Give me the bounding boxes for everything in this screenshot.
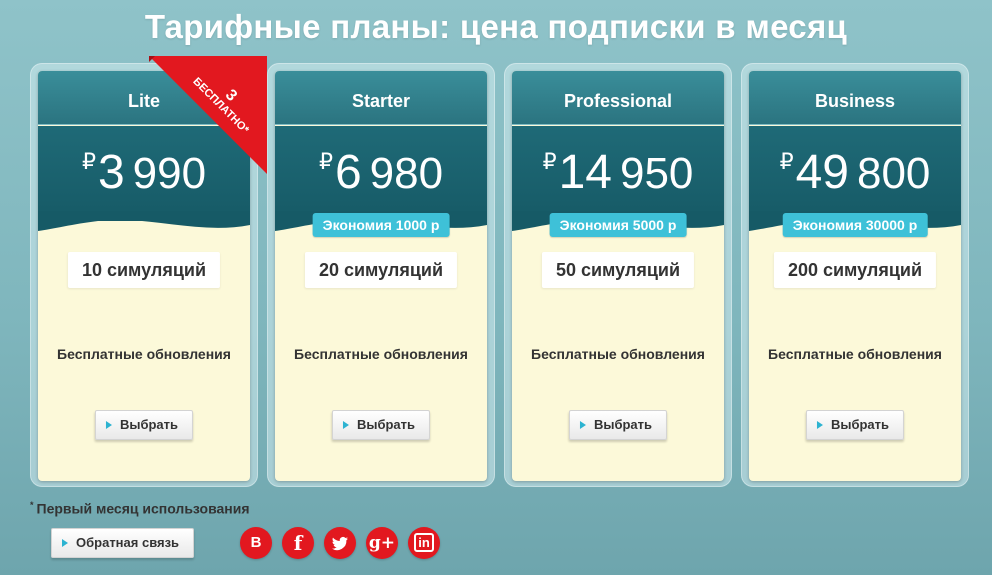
google-plus-icon[interactable]: g+ (366, 527, 398, 559)
savings-badge: Экономия 5000 р (549, 213, 687, 237)
plan-name: Business (814, 91, 896, 111)
play-arrow-icon (816, 421, 823, 429)
ruble-symbol: ₽ (542, 149, 557, 174)
plan-card-professional: Professional ₽14 950 Экономия 5000 р 50 с… (512, 71, 724, 481)
page-title: Тарифные планы: цена подписки в месяц (144, 8, 848, 45)
plan-card-frame-business: Business ₽49 800 Экономия 30000 р 200 сим… (741, 63, 969, 487)
price-minor: 950 (619, 149, 694, 198)
footnote-text: Первый месяц использования (36, 500, 250, 517)
simulations-count: 10 симуляций (67, 252, 221, 288)
linkedin-icon[interactable]: in (408, 527, 440, 559)
ruble-symbol: ₽ (779, 149, 794, 174)
play-arrow-icon (342, 421, 349, 429)
button-label: Выбрать (830, 417, 890, 432)
ruble-symbol: ₽ (81, 149, 96, 174)
simulations-count: 50 симуляций (541, 252, 695, 288)
plan-header: Business (749, 71, 961, 125)
select-professional-button[interactable]: Выбрать (568, 410, 668, 440)
savings-badge: Экономия 1000 р (312, 213, 450, 237)
plan-header: Professional (512, 71, 724, 125)
footnote-mark: * (30, 500, 34, 510)
price-major: 14 (558, 146, 612, 199)
ruble-symbol: ₽ (318, 149, 333, 174)
price: ₽14 950 (512, 145, 724, 200)
twitter-bird (332, 536, 348, 551)
button-label: Выбрать (593, 417, 653, 432)
free-updates-label: Бесплатные обновления (57, 346, 231, 362)
price-major: 3 (97, 146, 125, 199)
price-wave (38, 211, 250, 231)
plan-name: Starter (351, 91, 411, 111)
price: ₽6 980 (275, 145, 487, 200)
twitter-icon[interactable] (324, 527, 356, 559)
play-arrow-icon (62, 539, 68, 547)
free-updates-label: Бесплатные обновления (294, 346, 468, 362)
plan-header: Starter (275, 71, 487, 125)
plan-name: Professional (563, 91, 673, 111)
simulations-count: 200 симуляций (773, 252, 937, 288)
vk-icon[interactable]: B (240, 527, 272, 559)
price-major: 49 (795, 146, 849, 199)
button-label: Обратная связь (76, 535, 180, 550)
select-starter-button[interactable]: Выбрать (331, 410, 431, 440)
price-minor: 800 (856, 149, 931, 198)
play-arrow-icon (579, 421, 586, 429)
button-label: Выбрать (356, 417, 416, 432)
facebook-icon[interactable]: f (282, 527, 314, 559)
plan-card-business: Business ₽49 800 Экономия 30000 р 200 сим… (749, 71, 961, 481)
savings-badge: Экономия 30000 р (782, 213, 928, 237)
button-label: Выбрать (119, 417, 179, 432)
free-updates-label: Бесплатные обновления (531, 346, 705, 362)
select-business-button[interactable]: Выбрать (805, 410, 905, 440)
free-updates-label: Бесплатные обновления (768, 346, 942, 362)
plan-card-frame-starter: Starter ₽6 980 Экономия 1000 р 20 симуляц… (267, 63, 495, 487)
plan-card-starter: Starter ₽6 980 Экономия 1000 р 20 симуляц… (275, 71, 487, 481)
price-major: 6 (334, 146, 362, 199)
footnote: * Первый месяц использования (30, 500, 250, 517)
feedback-button[interactable]: Обратная связь (51, 528, 195, 558)
price: ₽49 800 (749, 145, 961, 200)
play-arrow-icon (105, 421, 112, 429)
plan-card-frame-professional: Professional ₽14 950 Экономия 5000 р 50 с… (504, 63, 732, 487)
free-months-ribbon: 3 БЕСПЛАТНО* (149, 56, 269, 176)
simulations-count: 20 симуляций (304, 252, 458, 288)
price-minor: 980 (369, 149, 444, 198)
select-lite-button[interactable]: Выбрать (94, 410, 194, 440)
